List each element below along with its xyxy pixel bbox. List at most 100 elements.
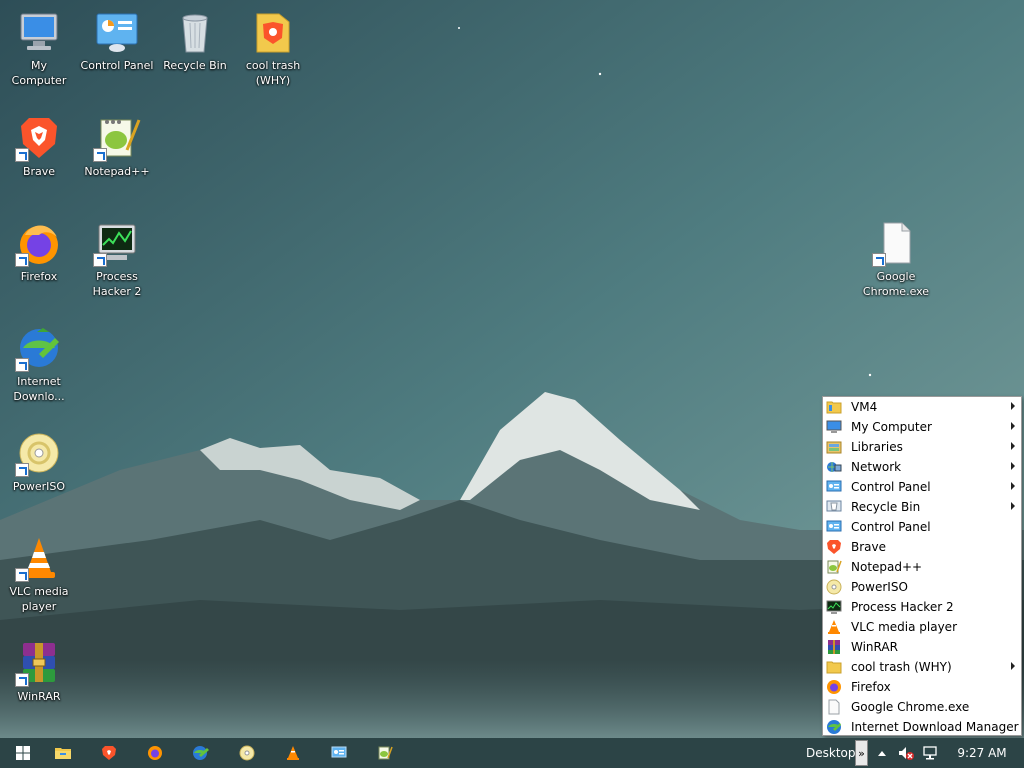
desktop-icon-label: Brave: [22, 165, 56, 178]
desktop-icon-cool-trash-folder[interactable]: cool trash (WHY): [234, 4, 312, 88]
folder-icon: [826, 401, 842, 414]
desktop-icon-label: cool trash (WHY): [245, 59, 301, 87]
desktop-icon-label: Firefox: [20, 270, 58, 283]
folder-icon: [249, 8, 297, 56]
desktop-icon-google-chrome-exe[interactable]: Google Chrome.exe: [857, 215, 935, 299]
menu-item-google-chrome-exe[interactable]: Google Chrome.exe: [823, 697, 1021, 717]
desktop-icon-winrar[interactable]: WinRAR: [0, 635, 78, 704]
menu-item-vm4[interactable]: VM4: [823, 397, 1021, 417]
desktop-toolbar-chevron-button[interactable]: »: [855, 740, 868, 766]
desktop-icon-label: VLC media player: [9, 585, 69, 613]
menu-item-label: Brave: [851, 540, 887, 554]
blank-file-icon: [872, 219, 920, 267]
menu-item-notepad-plus-plus[interactable]: Notepad++: [823, 557, 1021, 577]
taskbar-vlc[interactable]: [270, 738, 316, 768]
desktop-toolbar[interactable]: Desktop: [806, 738, 856, 768]
menu-item-label: Firefox: [851, 680, 891, 694]
vlc-icon: [287, 746, 299, 760]
taskbar-brave[interactable]: [86, 738, 132, 768]
shortcut-arrow-icon: [93, 148, 107, 162]
network-wired-icon: [923, 746, 937, 760]
desktop-toolbar-label: Desktop: [806, 746, 856, 760]
control-panel-icon: [826, 480, 842, 492]
menu-item-my-computer[interactable]: My Computer: [823, 417, 1021, 437]
desktop-icon-label: Google Chrome.exe: [862, 270, 930, 298]
firefox-icon: [827, 680, 841, 694]
taskbar-internet-download-manager[interactable]: [178, 738, 224, 768]
volume-button[interactable]: [896, 738, 916, 768]
menu-item-label: Internet Download Manager: [851, 720, 1019, 734]
menu-item-poweriso[interactable]: PowerISO: [823, 577, 1021, 597]
show-hidden-icons-button[interactable]: [876, 738, 888, 768]
desktop-icon-brave[interactable]: Brave: [0, 110, 78, 179]
taskbar-file-explorer[interactable]: [40, 738, 86, 768]
menu-item-libraries[interactable]: Libraries: [823, 437, 1021, 457]
menu-item-process-hacker[interactable]: Process Hacker 2: [823, 597, 1021, 617]
poweriso-icon: [15, 429, 63, 477]
desktop-icon-notepad-plus-plus[interactable]: Notepad++: [78, 110, 156, 179]
menu-item-internet-download-manager[interactable]: Internet Download Manager: [823, 717, 1021, 737]
firefox-icon: [148, 746, 162, 760]
menu-item-network[interactable]: Network: [823, 457, 1021, 477]
submenu-arrow-icon: [1011, 662, 1015, 670]
desktop-icon-label: Process Hacker 2: [92, 270, 142, 298]
shortcut-arrow-icon: [15, 253, 29, 267]
notepad-plus-plus-icon: [827, 560, 842, 574]
menu-item-label: Control Panel: [851, 480, 931, 494]
menu-item-brave[interactable]: Brave: [823, 537, 1021, 557]
vlc-icon: [828, 620, 840, 634]
submenu-arrow-icon: [1011, 482, 1015, 490]
desktop-icon-control-panel[interactable]: Control Panel: [78, 4, 156, 73]
submenu-arrow-icon: [1011, 442, 1015, 450]
taskbar-notepad-plus-plus[interactable]: [362, 738, 408, 768]
menu-item-cool-trash[interactable]: cool trash (WHY): [823, 657, 1021, 677]
desktop-icon-firefox[interactable]: Firefox: [0, 215, 78, 284]
idm-icon: [827, 720, 841, 734]
desktop-icon-vlc[interactable]: VLC media player: [0, 530, 78, 614]
menu-item-label: WinRAR: [851, 640, 898, 654]
computer-icon: [15, 8, 63, 56]
desktop-icon-label: Recycle Bin: [163, 59, 227, 72]
desktop-icon-my-computer[interactable]: My Computer: [0, 4, 78, 88]
brave-icon: [827, 540, 841, 554]
menu-item-label: Control Panel: [851, 520, 931, 534]
network-status-button[interactable]: [920, 738, 940, 768]
brave-icon: [102, 746, 116, 760]
desktop-icon-label: My Computer: [11, 59, 67, 87]
taskbar-clock[interactable]: 9:27 AM: [956, 738, 1008, 768]
menu-item-label: Notepad++: [851, 560, 923, 574]
menu-item-winrar[interactable]: WinRAR: [823, 637, 1021, 657]
desktop-toolbar-menu: VM4 My Computer Libraries Network Contro…: [822, 396, 1022, 736]
menu-item-recycle-bin[interactable]: Recycle Bin: [823, 497, 1021, 517]
shortcut-arrow-icon: [15, 358, 29, 372]
menu-item-label: Google Chrome.exe: [851, 700, 970, 714]
menu-item-label: VLC media player: [851, 620, 958, 634]
menu-item-vlc[interactable]: VLC media player: [823, 617, 1021, 637]
recycle-bin-icon: [171, 8, 219, 56]
desktop-icon-poweriso[interactable]: PowerISO: [0, 425, 78, 494]
desktop-icon-internet-download-manager[interactable]: Internet Downlo...: [0, 320, 78, 404]
process-hacker-icon: [93, 219, 141, 267]
taskbar-poweriso[interactable]: [224, 738, 270, 768]
shortcut-arrow-icon: [15, 673, 29, 687]
menu-item-control-panel[interactable]: Control Panel: [823, 517, 1021, 537]
control-panel-icon: [331, 746, 347, 758]
taskbar: Desktop » 9:27 AM: [0, 738, 1024, 768]
desktop-icon-recycle-bin[interactable]: Recycle Bin: [156, 4, 234, 73]
network-icon: [827, 462, 842, 472]
process-hacker-icon: [826, 600, 842, 614]
blank-file-icon: [828, 699, 840, 715]
idm-icon: [15, 324, 63, 372]
taskbar-control-panel[interactable]: [316, 738, 362, 768]
menu-item-control-panel-folder[interactable]: Control Panel: [823, 477, 1021, 497]
winrar-icon: [15, 639, 63, 687]
poweriso-icon: [239, 745, 255, 761]
shortcut-arrow-icon: [872, 253, 886, 267]
chevron-up-icon: [878, 750, 886, 756]
desktop-icon-process-hacker[interactable]: Process Hacker 2: [78, 215, 156, 299]
menu-item-label: Network: [851, 460, 902, 474]
taskbar-firefox[interactable]: [132, 738, 178, 768]
menu-item-firefox[interactable]: Firefox: [823, 677, 1021, 697]
chevron-double-right-icon: »: [858, 746, 865, 760]
control-panel-icon: [826, 520, 842, 532]
